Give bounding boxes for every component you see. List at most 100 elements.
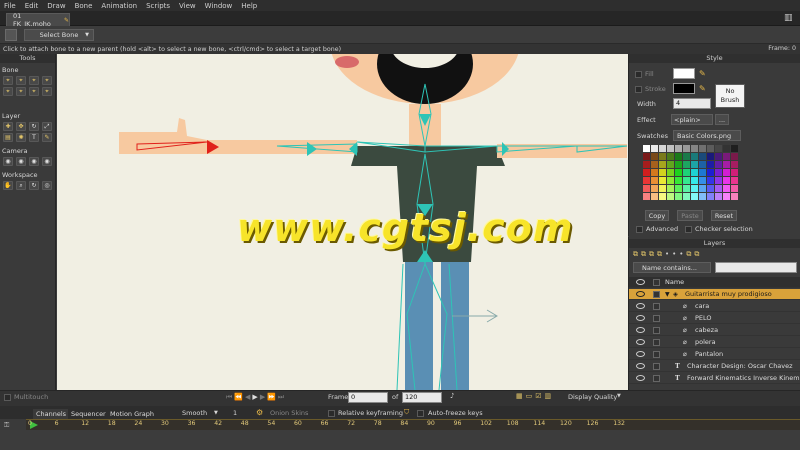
color-swatch[interactable] bbox=[731, 145, 738, 152]
tab-channels[interactable]: Channels bbox=[33, 409, 70, 419]
color-swatch[interactable] bbox=[691, 177, 698, 184]
color-swatch[interactable] bbox=[675, 153, 682, 160]
tab-sequencer[interactable]: Sequencer bbox=[68, 409, 109, 419]
color-swatch[interactable] bbox=[707, 161, 714, 168]
menu-help[interactable]: Help bbox=[241, 2, 257, 10]
manipulate-bones-tool[interactable]: ⌖ bbox=[42, 87, 52, 96]
canvas-viewport[interactable]: www.cgtsj.com bbox=[57, 54, 628, 390]
no-brush-button[interactable]: No Brush bbox=[715, 84, 745, 108]
step-forward-icon[interactable]: ⏩ bbox=[267, 393, 278, 401]
color-swatch[interactable] bbox=[731, 153, 738, 160]
color-swatch[interactable] bbox=[691, 153, 698, 160]
layer-checkbox[interactable] bbox=[653, 351, 660, 358]
fill-checkbox[interactable] bbox=[635, 71, 642, 78]
eye-icon[interactable] bbox=[636, 375, 645, 381]
color-swatch[interactable] bbox=[675, 185, 682, 192]
bone-strength-tool[interactable]: ⌖ bbox=[29, 87, 39, 96]
color-swatch[interactable] bbox=[691, 193, 698, 200]
layer-row[interactable]: ⌀ PELO bbox=[629, 313, 800, 324]
layer-filter-dropdown[interactable]: Name contains... bbox=[633, 262, 711, 273]
color-swatch[interactable] bbox=[651, 177, 658, 184]
color-swatch[interactable] bbox=[707, 185, 714, 192]
color-swatch[interactable] bbox=[699, 185, 706, 192]
onion-skins-button[interactable]: Onion Skins bbox=[270, 409, 308, 417]
rotate-bone-tool[interactable]: ⌖ bbox=[42, 76, 52, 85]
end-icon[interactable]: ⏭ bbox=[278, 393, 286, 401]
color-swatch[interactable] bbox=[699, 177, 706, 184]
color-swatch[interactable] bbox=[659, 153, 666, 160]
color-swatch-grid[interactable] bbox=[643, 145, 743, 205]
switch-layer-tool[interactable]: ▤ bbox=[3, 133, 13, 142]
chevron-down-icon[interactable]: ▼ bbox=[214, 410, 218, 416]
rotate-workspace-icon[interactable]: ↻ bbox=[29, 181, 39, 190]
advanced-checkbox[interactable] bbox=[636, 226, 643, 233]
zoom-camera-tool[interactable]: ◉ bbox=[16, 157, 26, 166]
color-swatch[interactable] bbox=[683, 145, 690, 152]
copy-button[interactable]: Copy bbox=[645, 210, 669, 221]
duplicate-layer-icon[interactable]: ⧉ bbox=[641, 250, 649, 258]
frame-field[interactable]: 0 bbox=[348, 392, 388, 403]
color-swatch[interactable] bbox=[707, 193, 714, 200]
effect-more-button[interactable]: ... bbox=[715, 114, 729, 125]
particle-layer-tool[interactable]: ✺ bbox=[16, 133, 26, 142]
color-swatch[interactable] bbox=[651, 193, 658, 200]
color-swatch[interactable] bbox=[683, 169, 690, 176]
layer-row[interactable]: ⌀ polera bbox=[629, 337, 800, 348]
color-swatch[interactable] bbox=[643, 161, 650, 168]
timeline-tracks[interactable] bbox=[0, 430, 800, 450]
checker-selection-checkbox[interactable] bbox=[685, 226, 692, 233]
stroke-color-swatch[interactable] bbox=[673, 83, 695, 94]
key-icon[interactable]: ⚿ bbox=[4, 421, 9, 430]
reparent-bone-tool[interactable]: ⌖ bbox=[16, 87, 26, 96]
text-tool[interactable]: T bbox=[29, 133, 39, 142]
color-swatch[interactable] bbox=[715, 169, 722, 176]
color-swatch[interactable] bbox=[659, 161, 666, 168]
color-swatch[interactable] bbox=[667, 161, 674, 168]
color-swatch[interactable] bbox=[723, 185, 730, 192]
color-swatch[interactable] bbox=[723, 153, 730, 160]
auto-freeze-checkbox[interactable] bbox=[417, 410, 424, 417]
layer-row[interactable]: ▼ ◈ Guitarrista muy prodigioso bbox=[629, 289, 800, 300]
color-swatch[interactable] bbox=[651, 145, 658, 152]
add-bone-tool[interactable]: ⌖ bbox=[3, 87, 13, 96]
layer-checkbox[interactable] bbox=[653, 315, 660, 322]
color-swatch[interactable] bbox=[675, 193, 682, 200]
layer-checkbox[interactable] bbox=[653, 339, 660, 346]
multitouch-checkbox[interactable] bbox=[4, 394, 11, 401]
tab-motion-graph[interactable]: Motion Graph bbox=[107, 409, 158, 419]
color-swatch[interactable] bbox=[643, 193, 650, 200]
paste-button[interactable]: Paste bbox=[677, 210, 703, 221]
translate-layer-tool[interactable]: ✥ bbox=[16, 122, 26, 131]
menu-file[interactable]: File bbox=[4, 2, 16, 10]
color-swatch[interactable] bbox=[667, 153, 674, 160]
menu-edit[interactable]: Edit bbox=[25, 2, 39, 10]
stroke-brush-icon[interactable]: ✎ bbox=[699, 84, 706, 93]
eye-icon[interactable] bbox=[636, 339, 645, 345]
color-swatch[interactable] bbox=[723, 161, 730, 168]
color-swatch[interactable] bbox=[691, 169, 698, 176]
color-swatch[interactable] bbox=[683, 161, 690, 168]
color-swatch[interactable] bbox=[715, 145, 722, 152]
select-bone-tool[interactable]: ⌖ bbox=[3, 76, 13, 85]
color-swatch[interactable] bbox=[731, 177, 738, 184]
expand-arrow-icon[interactable]: ▼ bbox=[665, 289, 670, 300]
interpolation-cycle[interactable]: 1 bbox=[233, 409, 237, 417]
color-swatch[interactable] bbox=[659, 177, 666, 184]
color-swatch[interactable] bbox=[699, 145, 706, 152]
color-swatch[interactable] bbox=[683, 177, 690, 184]
color-swatch[interactable] bbox=[715, 177, 722, 184]
check-icon[interactable]: ☑ bbox=[535, 392, 544, 400]
delete-layer-icon[interactable]: ⧉ bbox=[649, 250, 657, 258]
color-swatch[interactable] bbox=[643, 153, 650, 160]
color-swatch[interactable] bbox=[659, 185, 666, 192]
menu-draw[interactable]: Draw bbox=[47, 2, 65, 10]
scale-layer-tool[interactable]: ⤢ bbox=[42, 122, 52, 131]
color-swatch[interactable] bbox=[699, 169, 706, 176]
color-swatch[interactable] bbox=[707, 177, 714, 184]
layer-row[interactable]: T Forward Kinematics Inverse Kinem bbox=[629, 373, 800, 384]
color-swatch[interactable] bbox=[667, 169, 674, 176]
color-swatch[interactable] bbox=[651, 153, 658, 160]
color-swatch[interactable] bbox=[651, 161, 658, 168]
eye-icon[interactable] bbox=[636, 303, 645, 309]
step-back-icon[interactable]: ⏪ bbox=[234, 393, 245, 401]
